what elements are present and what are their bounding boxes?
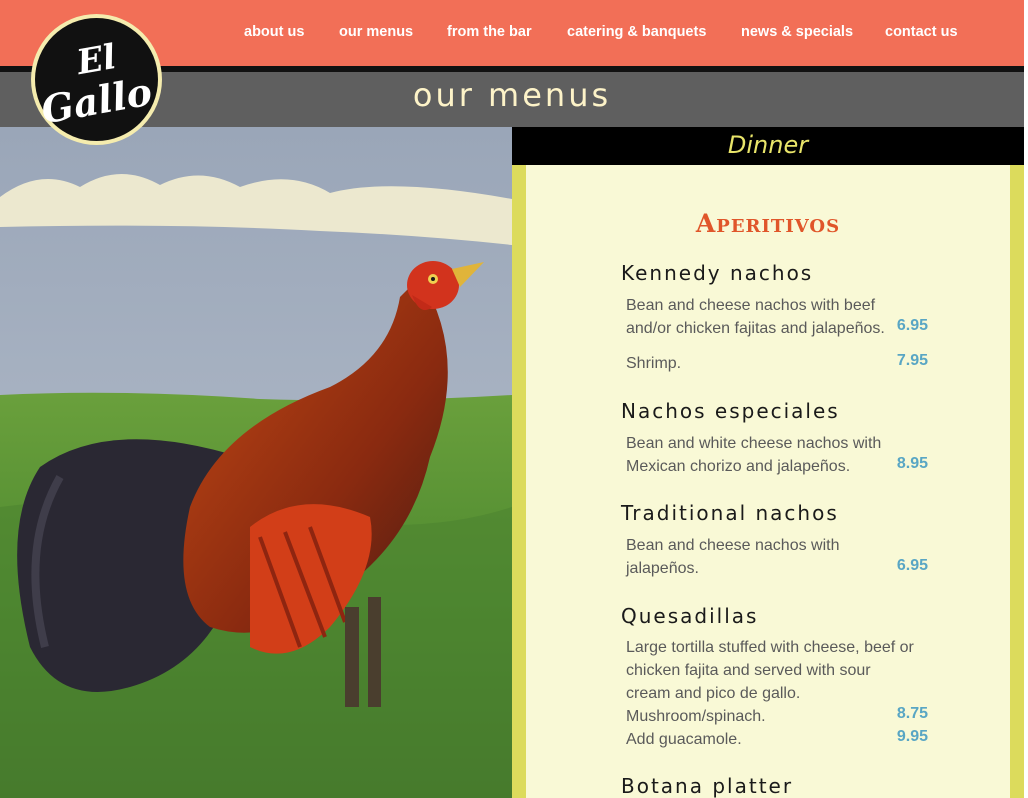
- dish-option: Mushroom/spinach.: [626, 708, 766, 725]
- section-title: Aperitivos: [695, 209, 841, 238]
- dish-name: Traditional nachos: [621, 501, 839, 525]
- dish-price: 8.95: [896, 455, 928, 472]
- dish-name: Kennedy nachos: [621, 261, 814, 285]
- nav-link-about-us[interactable]: about us: [244, 24, 304, 40]
- dish-description: and/or chicken fajitas and jalapeños.: [626, 320, 885, 337]
- dish-description: chicken fajita and served with sour: [626, 662, 871, 679]
- menu-tab-bar: Dinner: [512, 127, 1024, 165]
- rooster-painting: [0, 127, 512, 798]
- dish-price: 7.95: [896, 352, 928, 369]
- dish-name: Botana platter: [621, 774, 794, 798]
- dish-description: Mexican chorizo and jalapeños.: [626, 458, 851, 475]
- logo-badge: El Gallo: [35, 18, 158, 141]
- nav-link-from-the-bar[interactable]: from the bar: [447, 24, 532, 40]
- dish-price: 9.95: [896, 728, 928, 745]
- menu-content: Aperitivos Kennedy nachos Bean and chees…: [526, 165, 1010, 798]
- dish-option: Add guacamole.: [626, 731, 742, 748]
- dish-price: 8.75: [896, 705, 928, 722]
- dish-price: 6.95: [896, 317, 928, 334]
- dish-description: jalapeños.: [626, 560, 699, 577]
- nav-link-our-menus[interactable]: our menus: [339, 24, 413, 40]
- nav-link-contact-us[interactable]: contact us: [885, 24, 958, 40]
- dish-description: Bean and cheese nachos with: [626, 537, 840, 554]
- menu-tab-dinner[interactable]: Dinner: [512, 131, 1024, 159]
- dish-description: Large tortilla stuffed with cheese, beef…: [626, 639, 914, 656]
- dish-description: Bean and white cheese nachos with: [626, 435, 882, 452]
- dish-price: 6.95: [896, 557, 928, 574]
- nav-link-news-specials[interactable]: news & specials: [741, 24, 853, 40]
- menu-panel: Aperitivos Kennedy nachos Bean and chees…: [512, 165, 1024, 798]
- dish-name: Quesadillas: [621, 604, 759, 628]
- dish-description: Bean and cheese nachos with beef: [626, 297, 876, 314]
- dish-name: Nachos especiales: [621, 399, 840, 423]
- dish-description: cream and pico de gallo.: [626, 685, 801, 702]
- rooster-painting-image: [0, 127, 512, 798]
- dish-option: Shrimp.: [626, 355, 682, 372]
- nav-link-catering-banquets[interactable]: catering & banquets: [567, 24, 706, 40]
- el-gallo-logo[interactable]: El Gallo: [31, 14, 162, 145]
